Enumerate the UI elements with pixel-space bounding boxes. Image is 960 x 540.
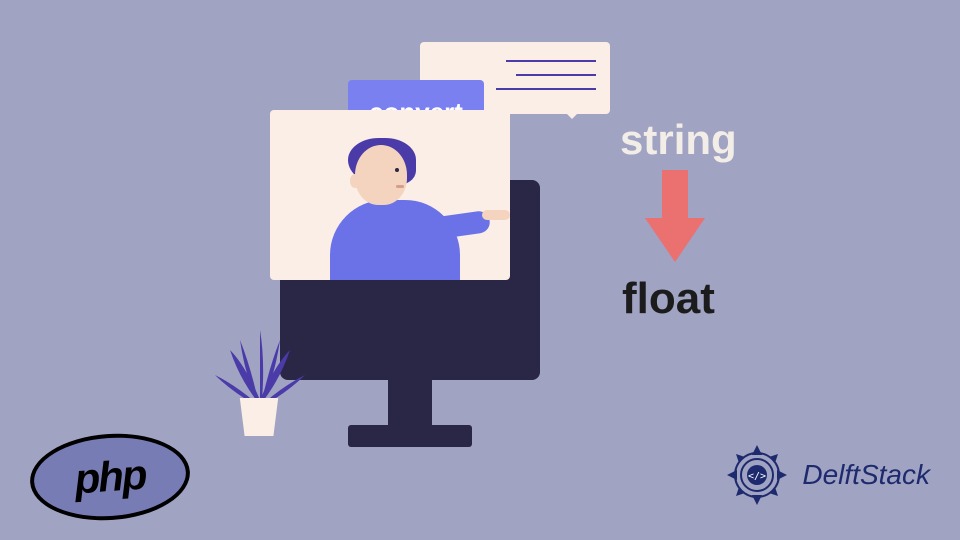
bubble-line xyxy=(496,88,596,90)
float-text: float xyxy=(622,274,715,324)
monitor-screen xyxy=(270,110,510,280)
plant-pot xyxy=(235,398,283,436)
svg-text:</>: </> xyxy=(748,471,766,482)
person-illustration xyxy=(300,160,500,280)
arrow-down-icon xyxy=(645,170,705,260)
string-text: string xyxy=(620,116,737,164)
bubble-line xyxy=(516,74,596,76)
delftstack-text: DelftStack xyxy=(802,459,930,491)
php-logo: php xyxy=(27,429,193,526)
plant-leaves xyxy=(210,320,310,410)
monitor-base xyxy=(348,425,472,447)
delftstack-emblem-icon: </> xyxy=(722,440,792,510)
delftstack-logo: </> DelftStack xyxy=(722,440,930,510)
main-illustration xyxy=(260,100,560,440)
php-logo-text: php xyxy=(73,451,147,504)
bubble-line xyxy=(506,60,596,62)
